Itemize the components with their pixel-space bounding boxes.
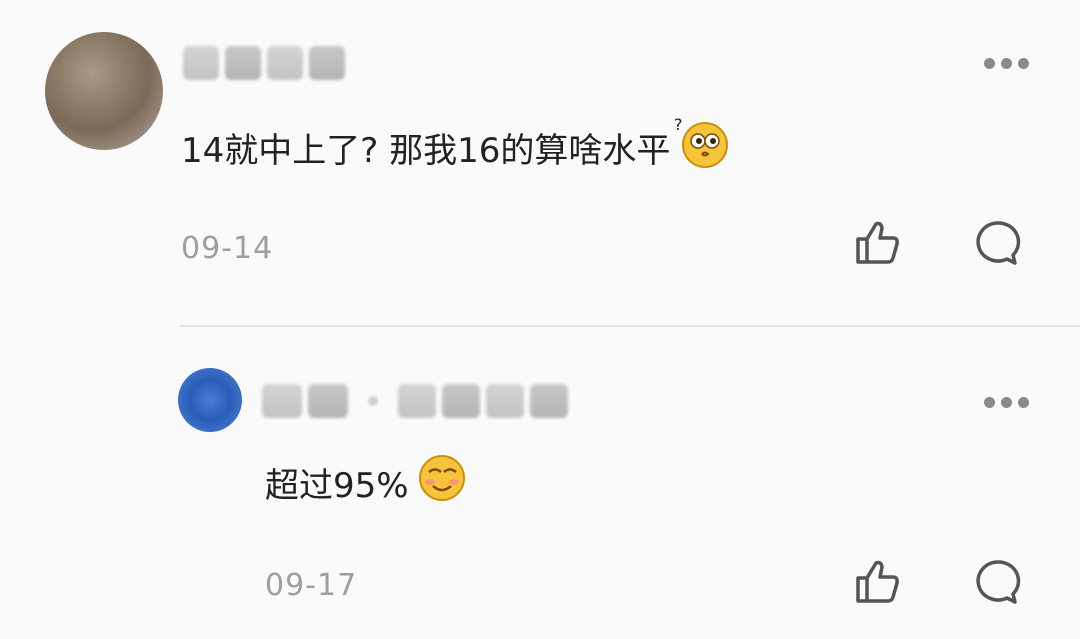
- username-redacted[interactable]: [183, 46, 345, 80]
- username-redacted[interactable]: [262, 384, 568, 418]
- divider: [180, 325, 1080, 327]
- comment-bubble-icon[interactable]: [973, 558, 1021, 606]
- smug-face-emoji: [417, 453, 467, 512]
- confused-face-emoji: ?: [674, 115, 732, 179]
- more-dots-icon[interactable]: [984, 58, 1029, 69]
- avatar[interactable]: [45, 32, 163, 150]
- svg-text:?: ?: [674, 116, 683, 134]
- thumbs-up-icon[interactable]: [854, 558, 902, 606]
- comment-date: 09-17: [265, 568, 358, 603]
- thumbs-up-icon[interactable]: [854, 219, 902, 267]
- comment-text: 14就中上了? 那我16的算啥水平 ?: [181, 115, 732, 179]
- more-dots-icon[interactable]: [984, 397, 1029, 408]
- comment-body: 14就中上了? 那我16的算啥水平: [181, 131, 671, 171]
- comment-body: 超过95%: [265, 466, 409, 506]
- comment-bubble-icon[interactable]: [973, 219, 1021, 267]
- comment-date: 09-14: [181, 231, 274, 266]
- avatar[interactable]: [178, 368, 242, 432]
- comment-text: 超过95%: [265, 453, 467, 512]
